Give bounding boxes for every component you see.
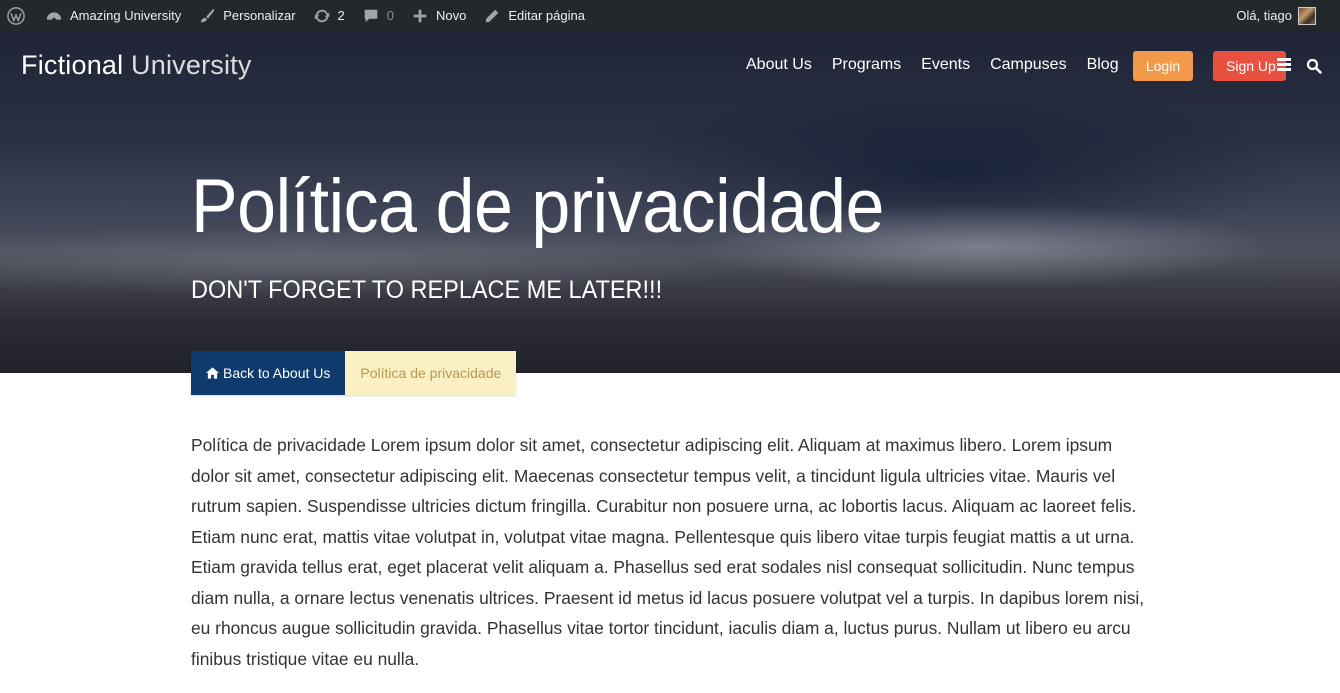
logo-strong: Fictional (21, 50, 124, 80)
search-icon[interactable] (1306, 58, 1322, 74)
site-header: Fictional University About Us Programs E… (0, 31, 1340, 101)
paintbrush-icon (197, 6, 217, 26)
avatar (1298, 6, 1316, 25)
nav-item-programs[interactable]: Programs (832, 56, 901, 74)
site-name: Amazing University (70, 8, 182, 23)
new-content-link[interactable]: Novo (402, 0, 474, 31)
logo-light: University (131, 50, 252, 80)
customize-label: Personalizar (223, 8, 296, 23)
back-to-parent-label: Back to About Us (223, 365, 331, 381)
customize-link[interactable]: Personalizar (189, 0, 303, 31)
dashboard-icon (44, 6, 64, 26)
content-paragraph: Política de privacidade Lorem ipsum dolo… (191, 435, 1145, 669)
signup-button[interactable]: Sign Up (1213, 51, 1286, 81)
wp-admin-bar: Amazing University Personalizar 2 0 Novo… (0, 0, 1340, 31)
comment-icon (361, 6, 381, 26)
site-logo[interactable]: Fictional University (21, 50, 252, 81)
updates-count: 2 (337, 8, 345, 23)
my-account-link[interactable]: Olá, tiago (1236, 0, 1340, 31)
main-navigation: About Us Programs Events Campuses Blog (746, 56, 1139, 74)
page-title: Política de privacidade (191, 164, 884, 249)
comments-count: 0 (386, 8, 394, 23)
pencil-icon (482, 6, 502, 26)
home-icon (206, 367, 219, 379)
login-button[interactable]: Login (1133, 51, 1193, 81)
breadcrumb: Back to About Us Política de privacidade (191, 351, 517, 395)
wordpress-menu[interactable] (0, 0, 36, 31)
new-label: Novo (436, 8, 467, 23)
site-name-link[interactable]: Amazing University (36, 0, 189, 31)
refresh-icon (312, 6, 332, 26)
nav-item-events[interactable]: Events (921, 56, 970, 74)
breadcrumb-current: Política de privacidade (345, 351, 517, 395)
page-subtitle: DON'T FORGET TO REPLACE ME LATER!!! (191, 276, 663, 304)
edit-page-link[interactable]: Editar página (474, 0, 593, 31)
back-to-parent-link[interactable]: Back to About Us (191, 351, 346, 395)
page-content: Política de privacidade Lorem ipsum dolo… (191, 430, 1151, 674)
wordpress-logo-icon (6, 6, 26, 26)
updates-link[interactable]: 2 (304, 0, 353, 31)
nav-item-about-us[interactable]: About Us (746, 56, 812, 74)
greeting: Olá, tiago (1236, 8, 1292, 23)
hamburger-menu-icon[interactable] (1277, 58, 1291, 72)
edit-page-label: Editar página (508, 8, 585, 23)
comments-link[interactable]: 0 (353, 0, 402, 31)
nav-item-blog[interactable]: Blog (1087, 56, 1119, 74)
nav-item-campuses[interactable]: Campuses (990, 56, 1066, 74)
plus-icon (410, 6, 430, 26)
